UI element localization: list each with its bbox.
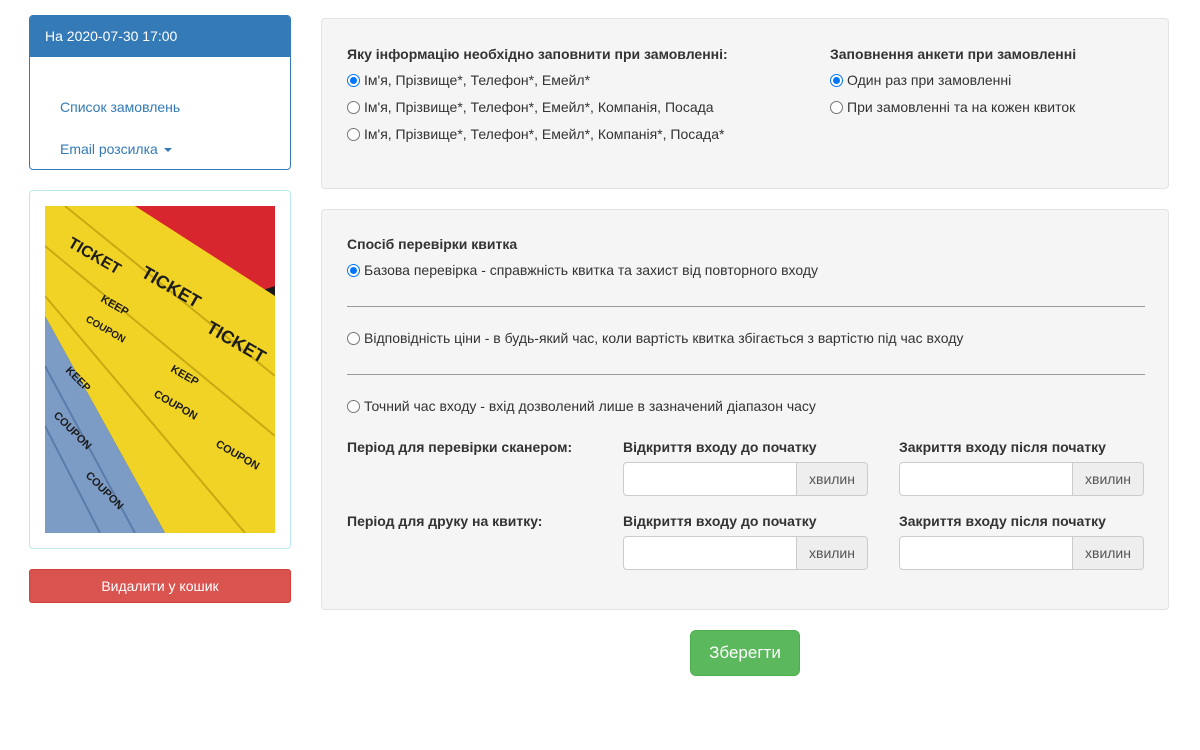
form-fill-option-2[interactable]: При замовленні та на кожен квиток [830,99,1075,115]
scanner-close-group: хвилин [899,462,1144,496]
radio-checked-icon[interactable] [347,73,360,87]
print-close-input[interactable] [899,536,1073,570]
print-period-label: Період для друку на квитку: [347,513,543,529]
email-mailing-label: Email розсилка [60,141,158,157]
event-panel: На 2020-07-30 17:00 Список замовлень Ema… [29,15,291,170]
check-option-exact-time-label: Точний час входу - вхід дозволений лише … [364,398,816,414]
scanner-open-group: хвилин [623,462,868,496]
radio-icon[interactable] [347,331,360,345]
print-close-group: хвилин [899,536,1144,570]
order-info-option-3[interactable]: Ім'я, Прізвище*, Телефон*, Емейл*, Компа… [347,126,724,142]
check-option-price[interactable]: Відповідність ціни - в будь-який час, ко… [347,330,963,346]
save-button[interactable]: Зберегти [690,630,800,676]
minutes-addon: хвилин [1073,462,1144,496]
minutes-addon: хвилин [797,462,868,496]
event-image-panel: TICKET TICKET TICKET KEEP COUPON KEEP CO… [29,190,291,549]
check-method-title: Спосіб перевірки квитка [347,236,518,252]
email-mailing-dropdown[interactable]: Email розсилка [60,141,172,157]
orders-list-link[interactable]: Список замовлень [60,99,180,115]
radio-icon[interactable] [347,399,360,413]
scanner-close-label: Закриття входу після початку [899,439,1106,455]
print-close-label: Закриття входу після початку [899,513,1106,529]
scanner-open-label: Відкриття входу до початку [623,439,817,455]
caret-down-icon [163,148,172,153]
radio-checked-icon[interactable] [347,263,360,277]
order-info-panel: Яку інформацію необхідно заповнити при з… [321,18,1169,189]
check-option-price-label: Відповідність ціни - в будь-який час, ко… [364,330,964,346]
print-open-label: Відкриття входу до початку [623,513,817,529]
tickets-image: TICKET TICKET TICKET KEEP COUPON KEEP CO… [45,206,275,533]
check-option-basic-label: Базова перевірка - справжність квитка та… [364,262,819,278]
event-date-header: На 2020-07-30 17:00 [30,16,290,57]
radio-checked-icon[interactable] [830,73,843,87]
print-open-input[interactable] [623,536,797,570]
scanner-close-input[interactable] [899,462,1073,496]
order-info-option-1-label: Ім'я, Прізвище*, Телефон*, Емейл* [364,72,591,88]
order-info-option-1[interactable]: Ім'я, Прізвище*, Телефон*, Емейл* [347,72,590,88]
radio-icon[interactable] [830,100,843,114]
order-info-option-2-label: Ім'я, Прізвище*, Телефон*, Емейл*, Компа… [364,99,714,115]
ticket-check-panel: Спосіб перевірки квитка Базова перевірка… [321,209,1169,610]
check-option-basic[interactable]: Базова перевірка - справжність квитка та… [347,262,818,278]
order-info-option-2[interactable]: Ім'я, Прізвище*, Телефон*, Емейл*, Компа… [347,99,714,115]
form-fill-option-1[interactable]: Один раз при замовленні [830,72,1011,88]
form-fill-title: Заповнення анкети при замовленні [830,46,1077,62]
delete-to-trash-button[interactable]: Видалити у кошик [29,569,291,603]
order-info-option-3-label: Ім'я, Прізвище*, Телефон*, Емейл*, Компа… [364,126,725,142]
radio-icon[interactable] [347,127,360,141]
form-fill-option-2-label: При замовленні та на кожен квиток [847,99,1076,115]
print-open-group: хвилин [623,536,868,570]
check-option-exact-time[interactable]: Точний час входу - вхід дозволений лише … [347,398,816,414]
scanner-period-label: Період для перевірки сканером: [347,439,573,455]
minutes-addon: хвилин [797,536,868,570]
minutes-addon: хвилин [1073,536,1144,570]
order-info-title: Яку інформацію необхідно заповнити при з… [347,46,728,62]
scanner-open-input[interactable] [623,462,797,496]
form-fill-option-1-label: Один раз при замовленні [847,72,1012,88]
divider [347,306,1145,307]
divider [347,374,1145,375]
radio-icon[interactable] [347,100,360,114]
